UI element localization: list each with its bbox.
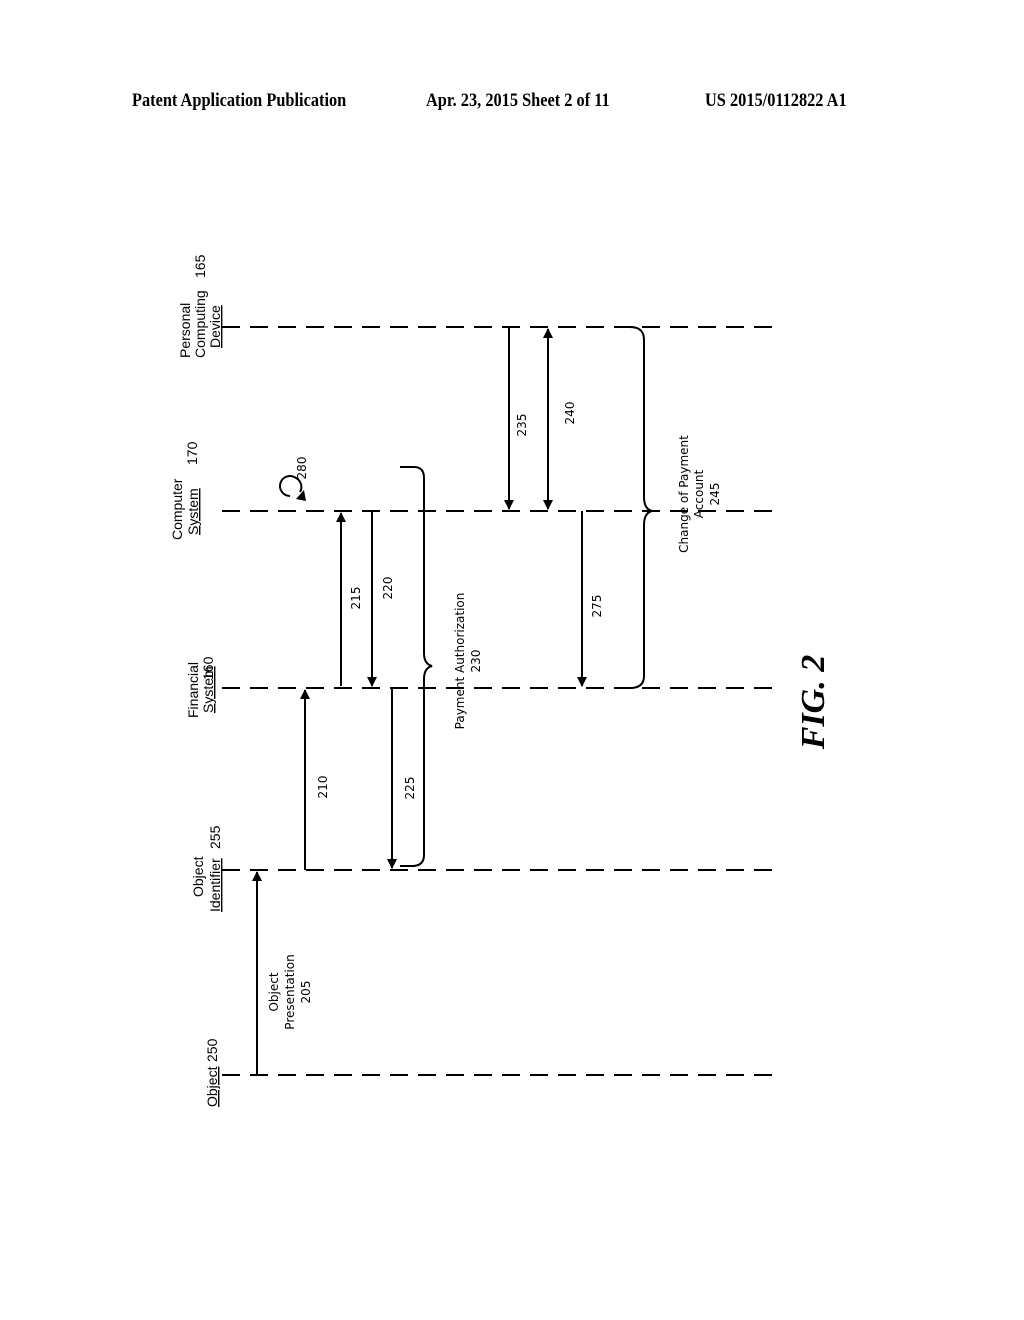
label-object-identifier: Object Identifier 255	[190, 825, 223, 912]
svg-text:Change of Payment: Change of Payment	[677, 435, 691, 553]
svg-text:Payment Authorization: Payment Authorization	[453, 593, 467, 730]
svg-text:Identifier: Identifier	[207, 858, 223, 912]
svg-text:Financial: Financial	[185, 662, 201, 718]
label-235: 235	[515, 414, 529, 437]
svg-text:Computer: Computer	[169, 478, 185, 540]
label-object-presentation: Object Presentation 205	[267, 954, 313, 1029]
label-object: Object 250	[204, 1038, 220, 1107]
svg-text:Object: Object	[267, 972, 281, 1011]
svg-text:160: 160	[200, 656, 216, 680]
svg-text:Computing: Computing	[192, 290, 208, 358]
label-240: 240	[563, 402, 577, 425]
svg-text:230: 230	[469, 650, 483, 673]
svg-text:Object: Object	[190, 856, 206, 897]
sequence-diagram: Personal Computing 165 Device Computer S…	[169, 254, 832, 1107]
figure-label: FIG. 2	[795, 655, 832, 750]
label-payment-authorization: Payment Authorization 230	[453, 593, 483, 730]
svg-text:255: 255	[207, 825, 223, 849]
svg-text:Object: Object	[204, 1066, 220, 1107]
label-275: 275	[590, 595, 604, 618]
label-280: 280	[295, 457, 309, 480]
svg-text:Presentation: Presentation	[283, 954, 297, 1029]
svg-text:165: 165	[192, 254, 208, 278]
label-personal-computing-device: Personal Computing 165 Device	[177, 254, 223, 358]
brace-payment-authorization	[400, 466, 433, 867]
svg-text:250: 250	[204, 1038, 220, 1062]
label-210: 210	[316, 776, 330, 799]
svg-text:Device: Device	[207, 305, 223, 348]
label-225: 225	[403, 777, 417, 800]
svg-text:System: System	[185, 488, 201, 535]
svg-text:Personal: Personal	[177, 303, 193, 358]
label-change-of-payment-account: Change of Payment Account 245	[677, 435, 722, 553]
label-215: 215	[349, 587, 363, 610]
svg-text:245: 245	[708, 483, 722, 506]
label-220: 220	[381, 577, 395, 600]
label-computer-system: Computer System 170	[169, 441, 201, 540]
label-financial-system: Financial System 160	[185, 656, 216, 718]
svg-text:170: 170	[184, 441, 200, 465]
svg-text:Account: Account	[692, 469, 706, 518]
svg-text:205: 205	[299, 981, 313, 1004]
brace-change-of-payment-account	[629, 326, 653, 689]
